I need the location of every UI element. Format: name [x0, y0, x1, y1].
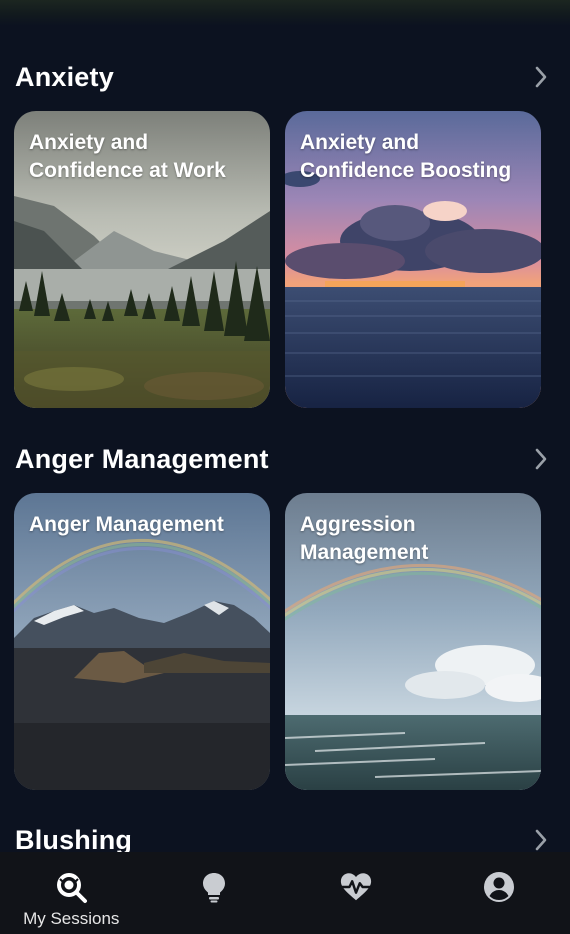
search-sessions-icon	[54, 870, 88, 904]
card-title: Aggression Management	[300, 513, 429, 564]
nav-label: My Sessions	[23, 909, 120, 928]
nav-item-profile[interactable]	[428, 852, 570, 934]
nav-item-health[interactable]	[285, 852, 428, 934]
lightbulb-icon	[197, 870, 231, 904]
account-icon	[482, 870, 516, 904]
nav-item-ideas[interactable]	[143, 852, 286, 934]
chevron-right-icon[interactable]	[529, 65, 553, 89]
session-card-anxiety-boosting[interactable]: Anxiety and Confidence Boosting	[285, 111, 541, 408]
section-header-anxiety[interactable]: Anxiety	[15, 57, 555, 97]
section-title: Anxiety	[15, 61, 114, 92]
card-title: Anxiety and Confidence at Work	[29, 131, 226, 182]
session-card-anxiety-work[interactable]: Anxiety and Confidence at Work	[14, 111, 270, 408]
heart-pulse-icon	[339, 870, 373, 904]
nav-item-my-sessions[interactable]: My Sessions	[0, 852, 143, 934]
session-card-anger-management[interactable]: Anger Management	[14, 493, 270, 790]
bottom-navigation: My Sessions	[0, 852, 570, 934]
chevron-right-icon[interactable]	[529, 828, 553, 852]
session-card-aggression-management[interactable]: Aggression Management	[285, 493, 541, 790]
section-title: Anger Management	[15, 443, 269, 474]
top-image-fade	[0, 0, 570, 26]
section-header-anger-management[interactable]: Anger Management	[15, 439, 555, 479]
chevron-right-icon[interactable]	[529, 447, 553, 471]
section-title: Blushing	[15, 824, 133, 855]
card-title: Anxiety and Confidence Boosting	[300, 131, 512, 182]
card-title: Anger Management	[29, 513, 224, 536]
